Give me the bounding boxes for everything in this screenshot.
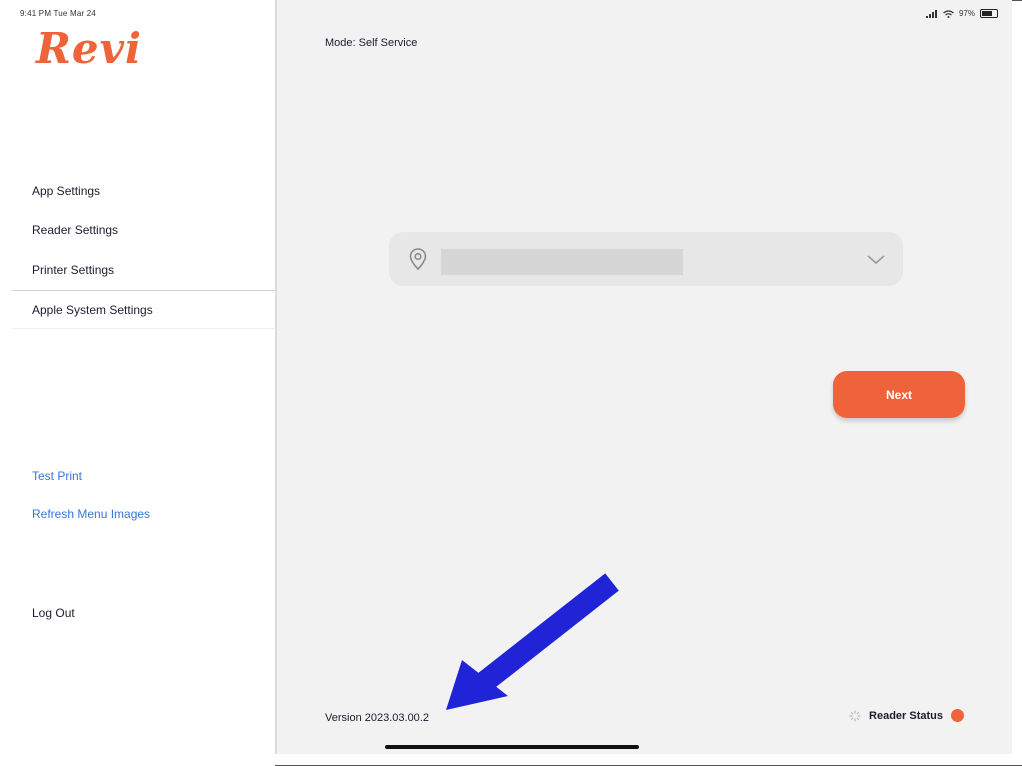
refresh-menu-images-link[interactable]: Refresh Menu Images (32, 507, 150, 521)
reader-status-label: Reader Status (869, 709, 943, 722)
sidebar-item-printer-settings[interactable]: Printer Settings (32, 263, 114, 277)
reader-status[interactable]: Reader Status (849, 709, 964, 722)
test-print-link[interactable]: Test Print (32, 469, 82, 483)
sidebar-item-app-settings[interactable]: App Settings (32, 184, 100, 198)
sidebar-item-apple-system-settings[interactable]: Apple System Settings (32, 303, 153, 317)
battery-icon (980, 9, 998, 18)
sidebar: Revi App Settings Reader Settings Printe… (0, 0, 275, 766)
sidebar-divider (12, 328, 275, 329)
main-panel: Mode: Self Service Next Version 2023.03.… (275, 0, 1012, 754)
chevron-down-icon (867, 255, 885, 265)
sidebar-item-reader-settings[interactable]: Reader Settings (32, 223, 118, 237)
sidebar-divider (12, 290, 275, 291)
map-pin-icon (409, 248, 427, 271)
location-select[interactable] (389, 232, 903, 286)
battery-percent: 97% (958, 9, 975, 18)
signal-icon (925, 9, 937, 18)
reader-status-dot (951, 709, 964, 722)
loading-spinner-icon (849, 709, 861, 722)
status-bar-indicators: 97% (925, 9, 998, 18)
annotation-arrow-icon (446, 573, 619, 710)
mode-title: Mode: Self Service (325, 37, 418, 49)
log-out-button[interactable]: Log Out (32, 606, 75, 620)
home-indicator[interactable] (385, 745, 639, 749)
next-button[interactable]: Next (833, 371, 965, 418)
location-value-placeholder (441, 249, 683, 275)
version-label: Version 2023.03.00.2 (325, 712, 429, 724)
wifi-icon (943, 9, 954, 18)
status-bar-time: 9:41 PM Tue Mar 24 (20, 9, 97, 18)
revi-logo: Revi (36, 24, 142, 73)
